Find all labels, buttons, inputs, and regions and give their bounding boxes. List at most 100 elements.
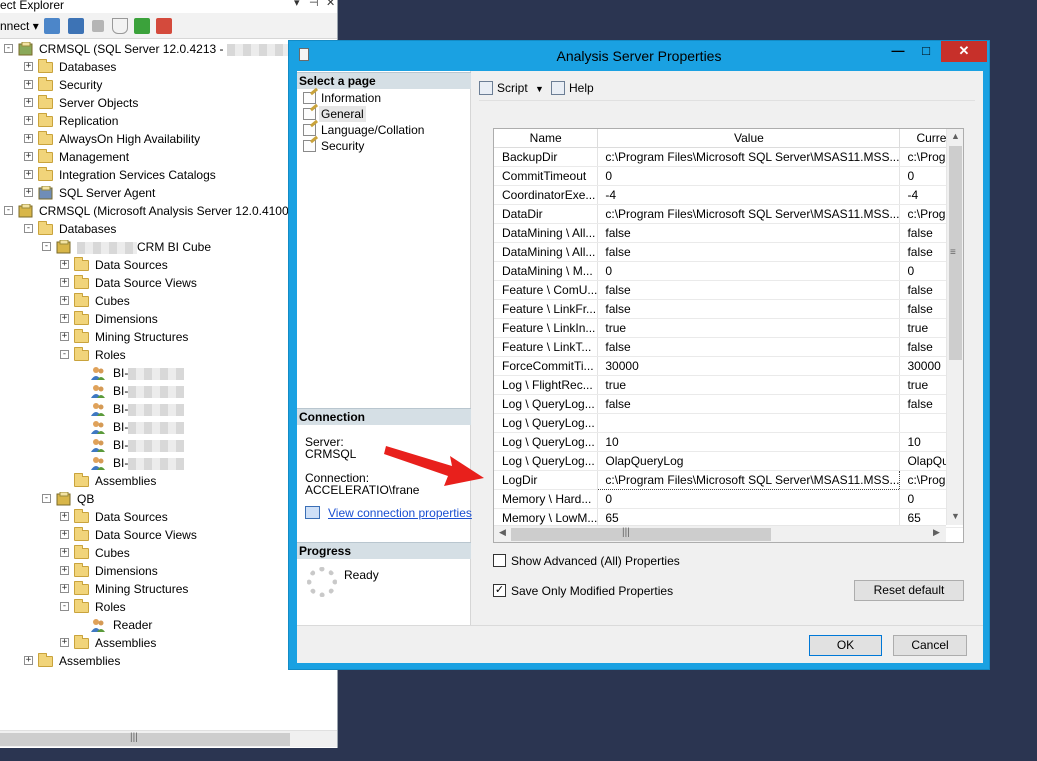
table-row[interactable]: DataMining \ All... false false xyxy=(494,223,963,243)
expand-icon[interactable]: + xyxy=(24,134,33,143)
checkbox-box[interactable] xyxy=(493,554,506,567)
ok-button[interactable]: OK xyxy=(809,635,882,656)
script-button[interactable]: Script xyxy=(479,81,528,95)
table-row[interactable]: Feature \ LinkT... false false xyxy=(494,337,963,357)
grid-vscrollbar[interactable]: ▲ ≡ ▼ xyxy=(946,129,963,525)
table-row[interactable]: Log \ QueryLog... false false xyxy=(494,394,963,414)
view-connection-properties-link[interactable]: View connection properties xyxy=(328,506,472,520)
cancel-button[interactable]: Cancel xyxy=(893,635,967,656)
table-row[interactable]: CoordinatorExe... -4 -4 xyxy=(494,185,963,205)
table-row[interactable]: Feature \ ComU... false false xyxy=(494,280,963,300)
collapse-icon[interactable]: - xyxy=(4,206,13,215)
table-row[interactable]: ForceCommitTi... 30000 30000 xyxy=(494,356,963,376)
property-value-cell[interactable]: 0 xyxy=(597,489,901,509)
property-value-cell[interactable]: 30000 xyxy=(597,356,901,376)
close-icon[interactable]: ✕ xyxy=(326,0,335,9)
expand-icon[interactable]: + xyxy=(24,152,33,161)
reset-default-button[interactable]: Reset default xyxy=(854,580,964,601)
property-value-cell[interactable]: false xyxy=(597,280,901,300)
expand-icon[interactable]: + xyxy=(24,656,33,665)
property-value-cell[interactable]: c:\Program Files\Microsoft SQL Server\MS… xyxy=(597,204,901,224)
connect-button[interactable]: nnect ▾ xyxy=(0,19,39,33)
property-value-cell[interactable]: 10 xyxy=(597,432,901,452)
expand-icon[interactable]: + xyxy=(60,512,69,521)
collapse-icon[interactable]: - xyxy=(24,224,33,233)
property-value-cell[interactable]: true xyxy=(597,375,901,395)
table-row[interactable]: Log \ QueryLog...OlapQueryLogOlapQueryLo… xyxy=(494,451,963,471)
property-value-cell[interactable]: false xyxy=(597,394,901,414)
expand-icon[interactable]: + xyxy=(24,80,33,89)
scroll-thumb[interactable] xyxy=(511,528,771,541)
expand-icon[interactable]: + xyxy=(24,188,33,197)
table-row[interactable]: DataMining \ M... 0 0 xyxy=(494,261,963,281)
expand-icon[interactable]: + xyxy=(24,116,33,125)
disconnect-icon[interactable] xyxy=(68,18,84,34)
maximize-button[interactable]: □ xyxy=(913,41,939,62)
close-button[interactable]: ✕ xyxy=(941,41,987,62)
pin-icon[interactable]: ⊣ xyxy=(309,0,319,9)
table-row[interactable]: Memory \ Hard... 0 0 xyxy=(494,489,963,509)
property-grid[interactable]: Name Value Current Val BackupDirc:\Progr… xyxy=(493,128,964,543)
expand-icon[interactable]: + xyxy=(60,548,69,557)
activity-monitor-icon[interactable] xyxy=(156,18,172,34)
property-value-cell[interactable]: 0 xyxy=(597,261,901,281)
property-value-cell[interactable]: false xyxy=(597,242,901,262)
table-row[interactable]: Log \ QueryLog... xyxy=(494,413,963,433)
stop-icon[interactable] xyxy=(92,20,104,32)
dialog-titlebar[interactable]: Analysis Server Properties — □ ✕ xyxy=(289,41,989,69)
collapse-icon[interactable]: - xyxy=(42,494,51,503)
help-button[interactable]: Help xyxy=(551,81,594,95)
table-row[interactable]: Feature \ LinkFr... false false xyxy=(494,299,963,319)
table-row[interactable]: DataDir c:\Program Files\Microsoft SQL Se… xyxy=(494,204,963,224)
scroll-up-icon[interactable]: ▲ xyxy=(947,131,963,141)
table-row[interactable]: Log \ QueryLog... 10 10 xyxy=(494,432,963,452)
expand-icon[interactable]: + xyxy=(60,584,69,593)
collapse-icon[interactable]: - xyxy=(42,242,51,251)
property-value-cell[interactable]: false xyxy=(597,223,901,243)
column-header-value[interactable]: Value xyxy=(597,129,901,148)
connect-server-icon[interactable] xyxy=(44,18,60,34)
property-value-cell[interactable]: false xyxy=(597,337,901,357)
property-value-cell[interactable]: c:\Program Files\Microsoft SQL Server\MS… xyxy=(597,147,901,167)
property-value-cell[interactable]: c:\Program Files\Microsoft SQL Server\MS… xyxy=(597,469,901,490)
property-value-cell[interactable]: OlapQueryLog xyxy=(597,451,901,471)
expand-icon[interactable]: + xyxy=(24,98,33,107)
filter-icon[interactable] xyxy=(112,18,128,34)
scroll-left-icon[interactable]: ◀ xyxy=(494,527,511,538)
script-dropdown-icon[interactable]: ▼ xyxy=(535,84,544,94)
grid-hscrollbar[interactable]: ◀ ||| ▶ xyxy=(494,525,946,542)
scroll-down-icon[interactable]: ▼ xyxy=(947,511,963,521)
expand-icon[interactable]: + xyxy=(24,62,33,71)
object-explorer-hscrollbar[interactable]: ||| xyxy=(0,730,337,747)
scroll-right-icon[interactable]: ▶ xyxy=(928,527,945,538)
property-value-cell[interactable]: -4 xyxy=(597,185,901,205)
scroll-thumb[interactable] xyxy=(0,733,290,746)
property-value-cell[interactable]: false xyxy=(597,299,901,319)
collapse-icon[interactable]: - xyxy=(60,350,69,359)
property-value-cell[interactable]: 0 xyxy=(597,166,901,186)
property-value-cell[interactable]: true xyxy=(597,318,901,338)
expand-icon[interactable]: + xyxy=(60,314,69,323)
table-row[interactable]: CommitTimeout 0 0 xyxy=(494,166,963,186)
expand-icon[interactable]: + xyxy=(60,260,69,269)
expand-icon[interactable]: + xyxy=(60,278,69,287)
table-row[interactable]: DataMining \ All... false false xyxy=(494,242,963,262)
table-row[interactable]: Feature \ LinkIn... true true xyxy=(494,318,963,338)
minimize-button[interactable]: — xyxy=(885,41,911,62)
collapse-icon[interactable]: - xyxy=(4,44,13,53)
column-header-name[interactable]: Name xyxy=(494,129,599,148)
table-row[interactable]: LogDir c:\Program Files\Microsoft SQL Ser… xyxy=(494,469,963,490)
expand-icon[interactable]: + xyxy=(60,566,69,575)
table-row[interactable]: BackupDir c:\Program Files\Microsoft SQL … xyxy=(494,147,963,167)
expand-icon[interactable]: + xyxy=(24,170,33,179)
expand-icon[interactable]: + xyxy=(60,296,69,305)
property-value-cell[interactable] xyxy=(597,413,901,433)
refresh-icon[interactable] xyxy=(134,18,150,34)
collapse-icon[interactable]: - xyxy=(60,602,69,611)
expand-icon[interactable]: + xyxy=(60,638,69,647)
expand-icon[interactable]: + xyxy=(60,530,69,539)
expand-icon[interactable]: + xyxy=(60,332,69,341)
checkmark-icon[interactable]: ✓ xyxy=(493,584,506,597)
dropdown-icon[interactable]: ▾ xyxy=(294,0,300,9)
table-row[interactable]: Log \ FlightRec... true true xyxy=(494,375,963,395)
